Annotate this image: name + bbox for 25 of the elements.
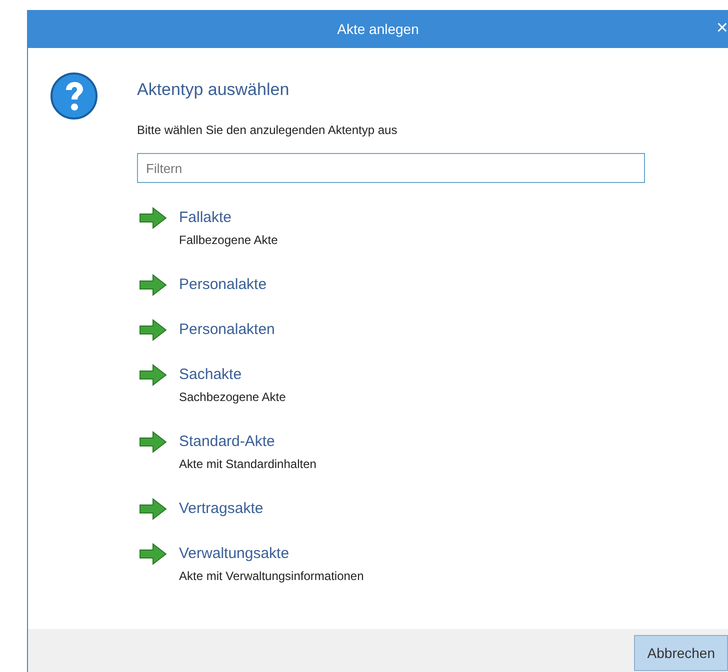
file-type-link[interactable]: Standard-Akte — [179, 431, 316, 453]
file-type-link[interactable]: Vertragsakte — [179, 498, 264, 520]
file-type-link[interactable]: Verwaltungsakte — [179, 543, 364, 565]
file-type-link[interactable]: Sachakte — [179, 364, 286, 386]
arrow-icon — [139, 543, 167, 565]
instruction-text: Bitte wählen Sie den anzulegenden Aktentyp aus — [137, 122, 398, 138]
file-type-description: Akte mit Verwaltungsinformationen — [179, 568, 364, 585]
file-type-description: Akte mit Standardinhalten — [179, 456, 316, 473]
question-icon — [50, 72, 98, 120]
arrow-icon — [139, 498, 167, 520]
filter-field[interactable]: Filtern — [137, 153, 645, 183]
arrow-icon — [139, 364, 167, 386]
arrow-icon — [139, 274, 167, 296]
arrow-icon — [139, 207, 167, 229]
arrow-icon — [139, 431, 167, 453]
file-type-description: Fallbezogene Akte — [179, 232, 278, 249]
close-icon[interactable]: × — [716, 18, 728, 38]
file-type-description: Sachbezogene Akte — [179, 389, 286, 406]
file-type-link[interactable]: Personalakte — [179, 274, 267, 296]
file-type-link[interactable]: Personalakten — [179, 319, 275, 341]
cancel-button[interactable]: Abbrechen — [634, 635, 728, 671]
window-title: Akte anlegen — [337, 21, 419, 37]
arrow-icon — [139, 319, 167, 341]
dialog-heading: Aktentyp auswählen — [137, 79, 290, 101]
file-type-link[interactable]: Fallakte — [179, 207, 278, 229]
